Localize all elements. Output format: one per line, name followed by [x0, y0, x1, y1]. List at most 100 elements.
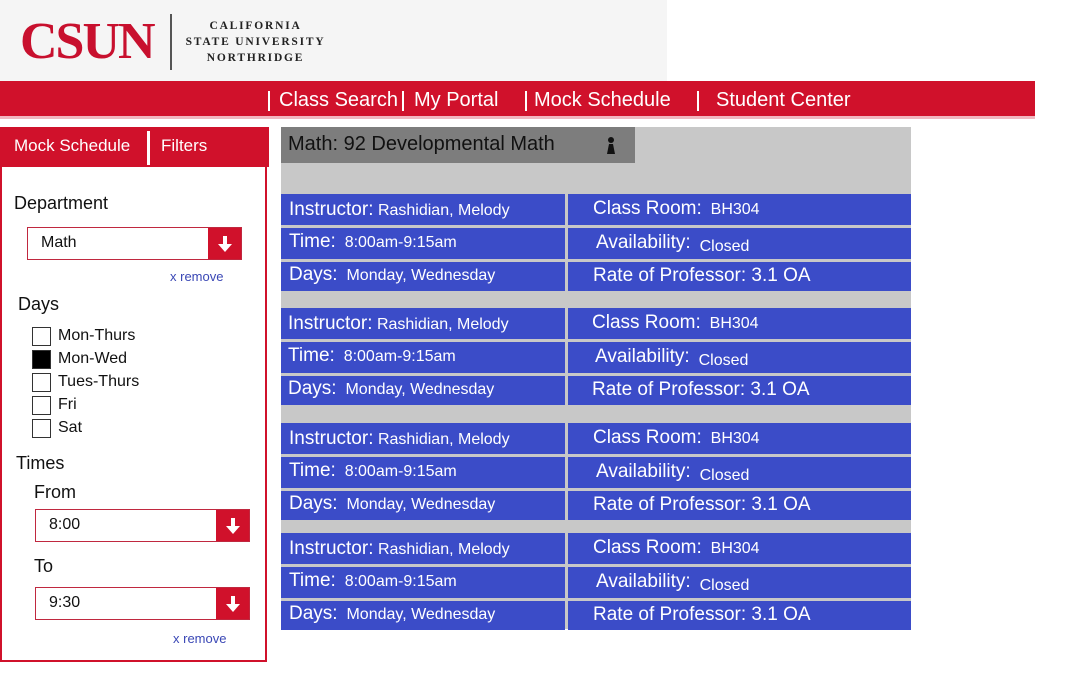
instructor-label: Instructor:: [288, 313, 373, 334]
filter-panel: Mock Schedule Filters Department Math x …: [0, 127, 269, 662]
logo-wordmark: CSUN: [20, 13, 156, 70]
classroom-cell: Class Room: BH304: [568, 423, 911, 454]
department-remove-link[interactable]: x remove: [170, 269, 223, 284]
logo-subtitle-line-1: CALIFORNIA: [209, 20, 302, 32]
classroom-cell: Class Room: BH304: [568, 308, 911, 339]
logo-divider: [169, 14, 172, 70]
classroom-label: Class Room:: [592, 312, 701, 333]
from-label: From: [34, 482, 76, 502]
nav-my-portal[interactable]: My Portal: [414, 87, 498, 113]
department-select[interactable]: Math: [27, 227, 242, 260]
checkbox-checked[interactable]: [32, 349, 51, 369]
panel-tabs: Mock Schedule Filters: [2, 127, 269, 167]
day-option-mon-thurs[interactable]: Mon-Thurs: [32, 326, 135, 346]
availability-value: Closed: [699, 238, 750, 255]
classroom-value: BH304: [710, 540, 760, 557]
time-remove-link[interactable]: x remove: [173, 631, 226, 646]
day-option-sat[interactable]: Sat: [32, 418, 82, 438]
time-label: Time:: [289, 570, 336, 591]
logo-subtitle: CALIFORNIA STATE UNIVERSITY NORTHRIDGE: [186, 18, 326, 66]
availability-cell: Availability: Closed: [568, 342, 911, 373]
days-label: Days:: [289, 264, 338, 285]
days-cell: Days: Monday, Wednesday: [281, 262, 565, 291]
tab-mock-schedule[interactable]: Mock Schedule: [14, 135, 130, 157]
rating-cell: Rate of Professor: 3.1 OA: [568, 491, 911, 520]
days-label: Days:: [289, 493, 338, 514]
section-card[interactable]: Instructor: Rashidian, Melody Class Room…: [281, 194, 911, 291]
instructor-label: Instructor:: [289, 428, 374, 449]
to-label: To: [34, 556, 54, 576]
days-label: Days:: [289, 603, 338, 624]
professor-rating: Rate of Professor: 3.1 OA: [593, 604, 811, 625]
logo-subtitle-line-3: NORTHRIDGE: [206, 52, 305, 64]
person-icon: [605, 136, 617, 159]
from-time-value: 8:00: [49, 516, 81, 533]
day-option-mon-wed[interactable]: Mon-Wed: [32, 349, 127, 369]
professor-rating: Rate of Professor: 3.1 OA: [593, 265, 811, 286]
instructor-name: Rashidian, Melody: [377, 541, 510, 558]
section-card[interactable]: Instructor: Rashidian, Melody Class Room…: [281, 308, 911, 405]
arrow-down-icon[interactable]: [208, 228, 241, 259]
nav-mock-schedule[interactable]: Mock Schedule: [534, 87, 671, 113]
time-value: 8:00am-9:15am: [343, 348, 456, 365]
checkbox[interactable]: [32, 326, 51, 346]
section-card[interactable]: Instructor: Rashidian, Melody Class Room…: [281, 423, 911, 520]
days-label: Days: [18, 294, 60, 314]
nav-separator: [525, 91, 527, 111]
availability-value: Closed: [699, 467, 750, 484]
availability-label: Availability:: [596, 232, 691, 253]
rating-cell: Rate of Professor: 3.1 OA: [568, 262, 911, 291]
tab-separator: [147, 131, 150, 165]
instructor-cell: Instructor: Rashidian, Melody: [281, 194, 565, 225]
day-option-label: Tues-Thurs: [58, 373, 140, 390]
classroom-label: Class Room:: [593, 427, 702, 448]
availability-cell: Availability: Closed: [568, 567, 911, 598]
time-value: 8:00am-9:15am: [344, 234, 457, 251]
checkbox[interactable]: [32, 418, 51, 438]
to-time-select[interactable]: 9:30: [35, 587, 250, 620]
top-nav: Class Search My Portal Mock Schedule Stu…: [0, 81, 1035, 119]
department-value: Math: [41, 234, 77, 251]
tab-filters[interactable]: Filters: [161, 135, 207, 157]
time-cell: Time: 8:00am-9:15am: [281, 228, 565, 259]
from-time-select[interactable]: 8:00: [35, 509, 250, 542]
classroom-label: Class Room:: [593, 198, 702, 219]
time-label: Time:: [289, 460, 336, 481]
days-label: Days:: [288, 378, 337, 399]
time-value: 8:00am-9:15am: [344, 463, 457, 480]
professor-rating: Rate of Professor: 3.1 OA: [592, 379, 810, 400]
checkbox[interactable]: [32, 372, 51, 392]
classroom-cell: Class Room: BH304: [568, 533, 911, 564]
nav-class-search[interactable]: Class Search: [279, 87, 398, 113]
instructor-cell: Instructor: Rashidian, Melody: [281, 308, 565, 339]
arrow-down-icon[interactable]: [216, 510, 249, 541]
days-cell: Days: Monday, Wednesday: [281, 601, 565, 630]
days-value: Monday, Wednesday: [346, 606, 496, 623]
days-cell: Days: Monday, Wednesday: [281, 376, 565, 405]
csun-logo[interactable]: CSUN CALIFORNIA STATE UNIVERSITY NORTHRI…: [20, 12, 325, 72]
instructor-cell: Instructor: Rashidian, Melody: [281, 423, 565, 454]
nav-separator: [268, 91, 270, 111]
classroom-label: Class Room:: [593, 537, 702, 558]
availability-value: Closed: [699, 577, 750, 594]
days-value: Monday, Wednesday: [345, 381, 495, 398]
arrow-down-icon[interactable]: [216, 588, 249, 619]
days-cell: Days: Monday, Wednesday: [281, 491, 565, 520]
course-title: Math: 92 Developmental Math: [288, 133, 555, 155]
availability-cell: Availability: Closed: [568, 228, 911, 259]
time-cell: Time: 8:00am-9:15am: [281, 567, 565, 598]
time-value: 8:00am-9:15am: [344, 573, 457, 590]
section-card[interactable]: Instructor: Rashidian, Melody Class Room…: [281, 533, 911, 630]
instructor-name: Rashidian, Melody: [377, 431, 510, 448]
checkbox[interactable]: [32, 395, 51, 415]
day-option-fri[interactable]: Fri: [32, 395, 77, 415]
classroom-cell: Class Room: BH304: [568, 194, 911, 225]
day-option-tues-thurs[interactable]: Tues-Thurs: [32, 372, 139, 392]
instructor-name: Rashidian, Melody: [377, 202, 510, 219]
nav-separator: [402, 91, 404, 111]
days-value: Monday, Wednesday: [346, 267, 496, 284]
time-cell: Time: 8:00am-9:15am: [281, 342, 565, 373]
nav-student-center[interactable]: Student Center: [716, 87, 851, 113]
days-value: Monday, Wednesday: [346, 496, 496, 513]
classroom-value: BH304: [710, 430, 760, 447]
